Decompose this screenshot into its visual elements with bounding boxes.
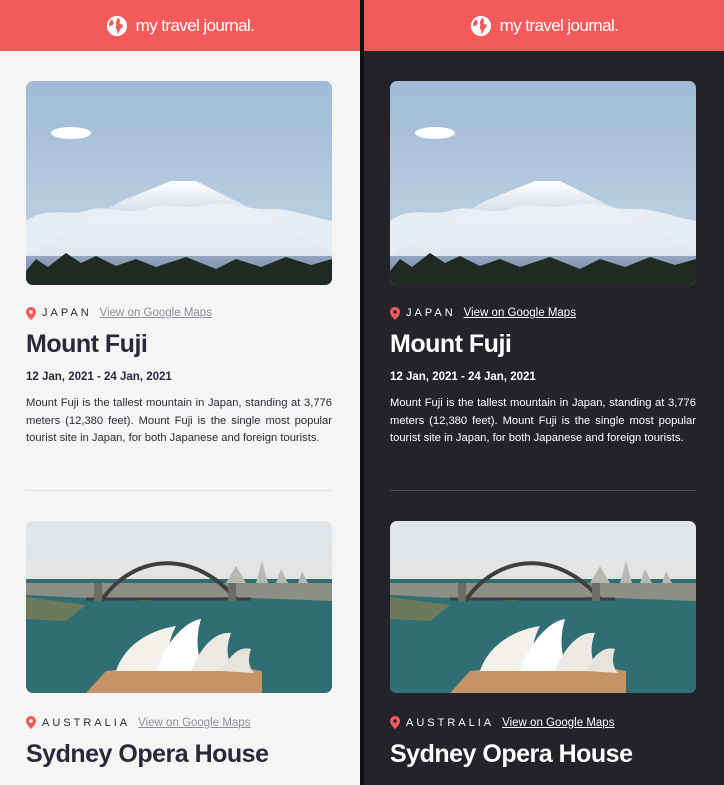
app-title: my travel journal. <box>499 15 619 35</box>
google-maps-link[interactable]: View on Google Maps <box>502 717 614 729</box>
place-description: Mount Fuji is the tallest mountain in Ja… <box>26 397 332 444</box>
mount-fuji-photo <box>26 81 332 285</box>
country-label: JAPAN <box>406 307 456 319</box>
sydney-opera-house-photo <box>26 520 332 693</box>
app-screens: my travel journal. JAPAN View on Google … <box>0 0 724 785</box>
place-title: Sydney Opera House <box>390 739 633 768</box>
location-row: AUSTRALIA View on Google Maps <box>26 715 332 731</box>
light-theme-panel: my travel journal. JAPAN View on Google … <box>0 0 360 785</box>
dark-theme-panel: my travel journal. JAPAN View on Google <box>364 0 724 785</box>
google-maps-link[interactable]: View on Google Maps <box>138 717 250 729</box>
app-title: my travel journal. <box>135 15 255 35</box>
globe-icon <box>106 15 127 36</box>
journal-list: JAPAN View on Google Maps Mount Fuji 12 … <box>364 51 724 769</box>
sydney-opera-house-photo <box>390 520 696 693</box>
entry-divider <box>390 489 696 491</box>
journal-list: JAPAN View on Google Maps Mount Fuji 12 … <box>0 51 360 769</box>
map-pin-icon <box>390 716 400 729</box>
place-title: Mount Fuji <box>390 330 512 358</box>
map-pin-icon <box>26 716 36 729</box>
mount-fuji-photo <box>390 81 696 285</box>
header: my travel journal. <box>364 0 724 51</box>
map-pin-icon <box>390 306 400 320</box>
trip-dates: 12 Jan, 2021 - 24 Jan, 2021 <box>26 371 172 383</box>
place-description: Mount Fuji is the tallest mountain in Ja… <box>390 397 696 444</box>
google-maps-link[interactable]: View on Google Maps <box>100 307 212 319</box>
header: my travel journal. <box>0 0 360 51</box>
country-label: AUSTRALIA <box>42 716 131 729</box>
country-label: JAPAN <box>42 307 92 319</box>
trip-dates: 12 Jan, 2021 - 24 Jan, 2021 <box>390 371 536 383</box>
place-title: Sydney Opera House <box>26 739 269 768</box>
location-row: JAPAN View on Google Maps <box>390 305 696 321</box>
google-maps-link[interactable]: View on Google Maps <box>464 307 576 319</box>
map-pin-icon <box>26 306 36 320</box>
location-row: JAPAN View on Google Maps <box>26 305 332 321</box>
country-label: AUSTRALIA <box>406 716 495 729</box>
location-row: AUSTRALIA View on Google Maps <box>390 715 696 731</box>
place-title: Mount Fuji <box>26 330 148 358</box>
globe-icon <box>470 15 491 36</box>
entry-divider <box>26 489 332 491</box>
